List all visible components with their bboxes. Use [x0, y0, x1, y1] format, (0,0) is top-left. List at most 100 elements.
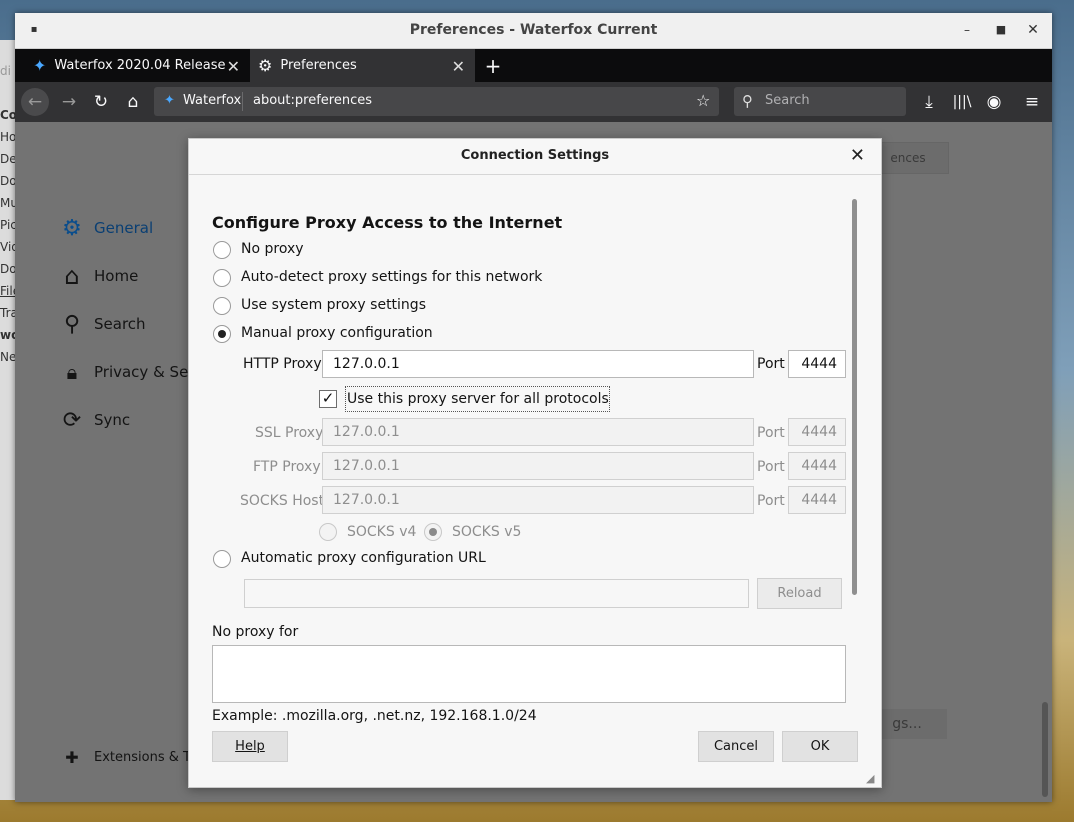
- dialog-scrollbar-thumb[interactable]: [852, 199, 857, 595]
- minimize-icon[interactable]: –: [952, 13, 982, 47]
- tab-label: Waterfox 2020.04 Release: [54, 58, 226, 73]
- fragment-text: Co: [0, 108, 17, 122]
- button-label: gs...: [892, 716, 922, 732]
- account-icon[interactable]: ◉: [980, 88, 1008, 116]
- home-button[interactable]: ⌂: [119, 88, 147, 116]
- http-port-input[interactable]: 4444: [788, 350, 846, 378]
- no-proxy-for-textarea[interactable]: [212, 645, 846, 703]
- http-proxy-input[interactable]: 127.0.0.1: [322, 350, 754, 378]
- ssl-port-label: Port: [757, 425, 785, 441]
- sidebar-item-label: Search: [94, 315, 146, 333]
- navigation-bar: ← → ↻ ⌂ ✦ Waterfox about:preferences ☆ ⚲…: [15, 82, 1052, 123]
- no-proxy-label[interactable]: No proxy: [241, 241, 304, 257]
- http-proxy-label: HTTP Proxy: [243, 356, 322, 372]
- close-window-icon[interactable]: ✕: [1018, 13, 1048, 47]
- fragment-text: di: [0, 64, 11, 78]
- no-proxy-radio[interactable]: [213, 241, 231, 259]
- ssl-proxy-label: SSL Proxy: [255, 425, 324, 441]
- fragment-text: Ne: [0, 350, 17, 364]
- ssl-proxy-input[interactable]: 127.0.0.1: [322, 418, 754, 446]
- fragment-text: Tra: [0, 306, 17, 320]
- socks-v5-label[interactable]: SOCKS v5: [452, 524, 521, 540]
- forward-button[interactable]: →: [55, 88, 83, 116]
- auto-config-url-input[interactable]: [244, 579, 749, 608]
- ssl-port-input[interactable]: 4444: [788, 418, 846, 446]
- url-bar[interactable]: ✦ Waterfox about:preferences ☆: [154, 87, 719, 116]
- menu-icon[interactable]: ≡: [1018, 88, 1046, 116]
- fragment-text: Vid: [0, 240, 16, 254]
- dialog-title-bar: Connection Settings ✕: [189, 139, 881, 175]
- tab-label: Preferences: [280, 58, 357, 73]
- home-icon: ⌂: [64, 262, 80, 290]
- sync-icon: ⟳: [62, 407, 82, 433]
- help-button[interactable]: Help: [212, 731, 288, 762]
- fragment-text: Do: [0, 262, 17, 276]
- socks-host-label: SOCKS Host: [240, 493, 325, 509]
- system-proxy-label[interactable]: Use system proxy settings: [241, 297, 426, 313]
- new-tab-button[interactable]: +: [481, 49, 505, 82]
- bookmark-star-icon[interactable]: ☆: [696, 91, 710, 110]
- search-icon: ⚲: [742, 92, 753, 110]
- socks-port-input[interactable]: 4444: [788, 486, 846, 514]
- library-icon[interactable]: |||\: [948, 88, 976, 116]
- example-hint: Example: .mozilla.org, .net.nz, 192.168.…: [212, 708, 537, 724]
- sidebar-item-privacy[interactable]: 🔒︎ Privacy & Sec: [60, 360, 197, 384]
- close-icon[interactable]: ✕: [850, 139, 865, 173]
- tab-preferences[interactable]: ⚙ Preferences ✕: [250, 49, 475, 82]
- socks-v4-radio[interactable]: [319, 523, 337, 541]
- ftp-proxy-input[interactable]: 127.0.0.1: [322, 452, 754, 480]
- use-for-all-label[interactable]: Use this proxy server for all protocols: [345, 386, 610, 412]
- search-icon: ⚲: [63, 311, 81, 337]
- sidebar-item-label: Privacy & Sec: [94, 363, 197, 381]
- sidebar-item-sync[interactable]: ⟳ Sync: [60, 407, 131, 433]
- sidebar-item-label: General: [94, 219, 154, 237]
- search-input[interactable]: ⚲ Search: [734, 87, 906, 116]
- section-heading: Configure Proxy Access to the Internet: [212, 213, 563, 232]
- resize-grip-icon[interactable]: ◢: [866, 772, 874, 785]
- sidebar-item-label: Extensions & Th: [94, 749, 200, 765]
- http-port-label: Port: [757, 356, 785, 372]
- socks-host-input[interactable]: 127.0.0.1: [322, 486, 754, 514]
- maximize-icon[interactable]: ■: [986, 13, 1016, 47]
- fragment-text: Ho: [0, 130, 17, 144]
- back-button[interactable]: ←: [21, 88, 49, 116]
- downloads-icon[interactable]: ⤓: [915, 88, 943, 116]
- sidebar-item-label: Sync: [94, 411, 131, 429]
- page-scrollbar[interactable]: [1042, 702, 1048, 797]
- identity-label: Waterfox: [183, 93, 242, 108]
- sidebar-item-home[interactable]: ⌂ Home: [60, 262, 139, 290]
- use-for-all-checkbox[interactable]: ✓: [319, 390, 337, 408]
- auto-detect-radio[interactable]: [213, 269, 231, 287]
- title-bar: ▪ Preferences - Waterfox Current – ■ ✕: [15, 13, 1052, 49]
- sidebar-item-label: Home: [94, 267, 139, 285]
- tab-waterfox-release[interactable]: ✦ Waterfox 2020.04 Release ✕: [25, 49, 250, 82]
- socks-v5-radio[interactable]: [424, 523, 442, 541]
- close-tab-icon[interactable]: ✕: [227, 57, 240, 76]
- url-divider: [242, 92, 243, 111]
- manual-proxy-radio[interactable]: [213, 325, 231, 343]
- sidebar-item-general[interactable]: ⚙ General: [60, 216, 154, 241]
- close-tab-icon[interactable]: ✕: [452, 57, 465, 76]
- fragment-text: Mu: [0, 196, 17, 210]
- sidebar-item-search[interactable]: ⚲ Search: [60, 311, 146, 337]
- auto-config-url-radio[interactable]: [213, 550, 231, 568]
- reload-button[interactable]: Reload: [757, 578, 842, 609]
- system-proxy-radio[interactable]: [213, 297, 231, 315]
- fragment-text: Do: [0, 174, 17, 188]
- socks-v4-label[interactable]: SOCKS v4: [347, 524, 416, 540]
- auto-config-url-label[interactable]: Automatic proxy configuration URL: [241, 550, 486, 566]
- reload-button[interactable]: ↻: [87, 88, 115, 116]
- button-label: Help: [235, 739, 265, 754]
- manual-proxy-label[interactable]: Manual proxy configuration: [241, 325, 433, 341]
- auto-detect-label[interactable]: Auto-detect proxy settings for this netw…: [241, 269, 542, 285]
- ftp-proxy-label: FTP Proxy: [253, 459, 321, 475]
- dialog-title: Connection Settings: [460, 148, 610, 163]
- ok-button[interactable]: OK: [782, 731, 858, 762]
- url-text: about:preferences: [253, 93, 372, 108]
- gear-icon: ⚙: [258, 56, 273, 75]
- tab-bar: ✦ Waterfox 2020.04 Release ✕ ⚙ Preferenc…: [15, 49, 1052, 82]
- ftp-port-input[interactable]: 4444: [788, 452, 846, 480]
- sidebar-item-extensions[interactable]: ✚ Extensions & Th: [60, 745, 199, 769]
- cancel-button[interactable]: Cancel: [698, 731, 774, 762]
- fragment-text: wo: [0, 328, 16, 342]
